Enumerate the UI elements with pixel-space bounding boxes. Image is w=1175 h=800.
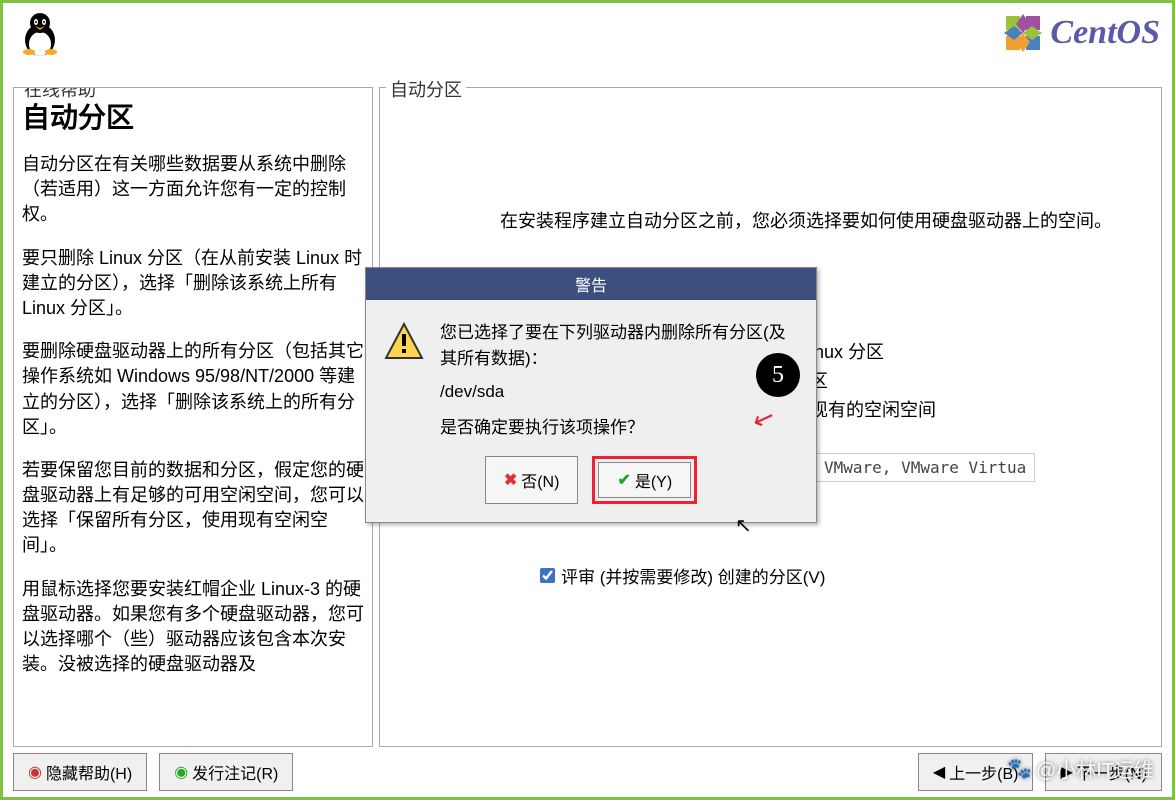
warning-icon	[382, 320, 426, 364]
drive-list-item[interactable]: VMware, VMware Virtua	[815, 453, 1035, 482]
help-paragraph: 要只删除 Linux 分区（在从前安装 Linux 时建立的分区），选择「删除该…	[22, 246, 364, 322]
cursor-icon: ↖	[735, 513, 752, 538]
option-lines: inux 分区 区 现有的空闲空间	[810, 338, 936, 424]
paw-icon: 🐾	[1007, 756, 1032, 781]
dialog-message-block: 您已选择了要在下列驱动器内删除所有分区(及其所有数据)： /dev/sda 是否…	[440, 320, 800, 440]
main-intro: 在安装程序建立自动分区之前，您必须选择要如何使用硬盘驱动器上的空间。	[500, 208, 1121, 235]
check-icon: ✔	[617, 470, 630, 490]
help-paragraph: 要删除硬盘驱动器上的所有分区（包括其它操作系统如 Windows 95/98/N…	[22, 339, 364, 440]
tux-icon	[15, 8, 65, 58]
option-fragment: 现有的空闲空间	[810, 396, 936, 425]
hide-help-button[interactable]: ◉ 隐藏帮助(H)	[13, 753, 147, 791]
dialog-title: 警告	[366, 268, 816, 300]
help-paragraph: 用鼠标选择您要安装红帽企业 Linux-3 的硬盘驱动器。如果您有多个硬盘驱动器…	[22, 577, 364, 678]
step-badge: 5	[756, 353, 800, 397]
dialog-message: 您已选择了要在下列驱动器内删除所有分区(及其所有数据)：	[440, 320, 800, 371]
dialog-confirm: 是否确定要执行该项操作？	[440, 415, 800, 441]
centos-logo: CentOS	[1002, 12, 1160, 54]
dialog-device: /dev/sda	[440, 379, 800, 405]
x-icon: ✖	[504, 470, 517, 490]
help-body: 自动分区在有关哪些数据要从系统中删除（若适用）这一方面允许您有一定的控制权。 要…	[22, 152, 364, 677]
header: CentOS	[3, 3, 1172, 63]
help-panel: 在线帮助 自动分区 自动分区在有关哪些数据要从系统中删除（若适用）这一方面允许您…	[13, 87, 373, 747]
no-button[interactable]: ✖ 否(N)	[485, 456, 579, 504]
watermark: 🐾 @小林IT运维	[1007, 754, 1154, 783]
help-title: 自动分区	[22, 96, 364, 136]
warning-dialog: 警告 您已选择了要在下列驱动器内删除所有分区(及其所有数据)： /dev/sda…	[365, 267, 817, 523]
help-panel-label: 在线帮助	[20, 87, 100, 102]
footer: ◉ 隐藏帮助(H) ◉ 发行注记(R) ◀ 上一步(B) ▶ 下一步(N)	[13, 753, 1162, 791]
review-checkbox[interactable]	[540, 568, 555, 583]
notes-icon: ◉	[174, 762, 188, 782]
review-checkbox-row[interactable]: 评审 (并按需要修改) 创建的分区(V)	[540, 563, 825, 588]
main-panel-label: 自动分区	[386, 76, 466, 102]
back-arrow-icon: ◀	[933, 762, 945, 782]
help-paragraph: 自动分区在有关哪些数据要从系统中删除（若适用）这一方面允许您有一定的控制权。	[22, 152, 364, 228]
review-checkbox-label: 评审 (并按需要修改) 创建的分区(V)	[561, 563, 825, 588]
centos-text: CentOS	[1050, 14, 1160, 52]
yes-button[interactable]: ✔ 是(Y)	[598, 462, 691, 498]
option-fragment: 区	[810, 367, 936, 396]
yes-highlight: ✔ 是(Y)	[592, 456, 697, 504]
release-notes-button[interactable]: ◉ 发行注记(R)	[159, 753, 293, 791]
help-paragraph: 若要保留您目前的数据和分区，假定您的硬盘驱动器上有足够的可用空闲空间，您可以选择…	[22, 458, 364, 559]
hide-icon: ◉	[28, 762, 42, 782]
centos-icon	[1002, 12, 1044, 54]
option-fragment: inux 分区	[810, 338, 936, 367]
